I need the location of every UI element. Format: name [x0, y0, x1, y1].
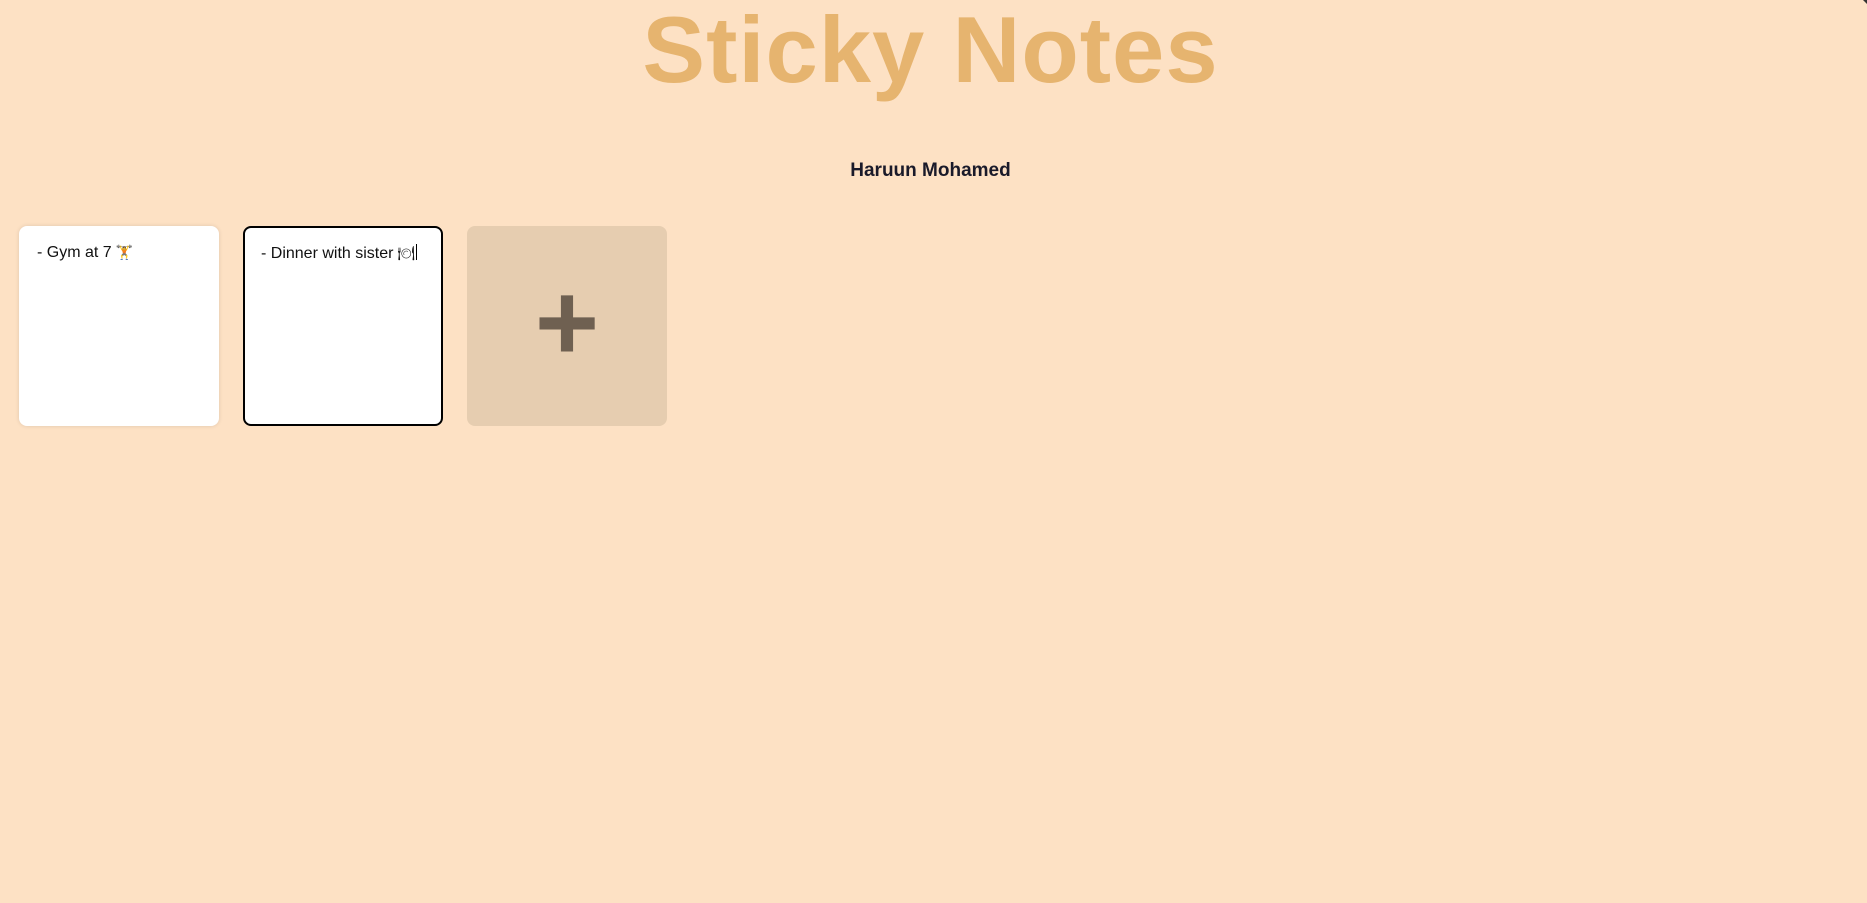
notes-board: - Gym at 7 🏋 - Dinner with sister 🍽 + — [19, 226, 667, 426]
note-text: - Dinner with sister — [261, 245, 394, 262]
window-corner — [1863, 0, 1867, 4]
user-name: Haruun Mohamed — [850, 160, 1011, 181]
note-card-active[interactable]: - Dinner with sister 🍽 — [243, 226, 443, 426]
page-title: Sticky Notes — [642, 0, 1219, 102]
weightlifting-icon: 🏋 — [115, 244, 134, 260]
note-text: - Gym at 7 — [37, 244, 112, 261]
sticky-notes-page: Sticky Notes Haruun Mohamed - Gym at 7 🏋 … — [0, 0, 1867, 903]
add-note-button[interactable]: + — [467, 226, 667, 426]
text-caret — [416, 244, 418, 260]
plate-icon: 🍽 — [397, 245, 416, 261]
plus-icon: + — [534, 261, 600, 384]
note-card[interactable]: - Gym at 7 🏋 — [19, 226, 219, 426]
